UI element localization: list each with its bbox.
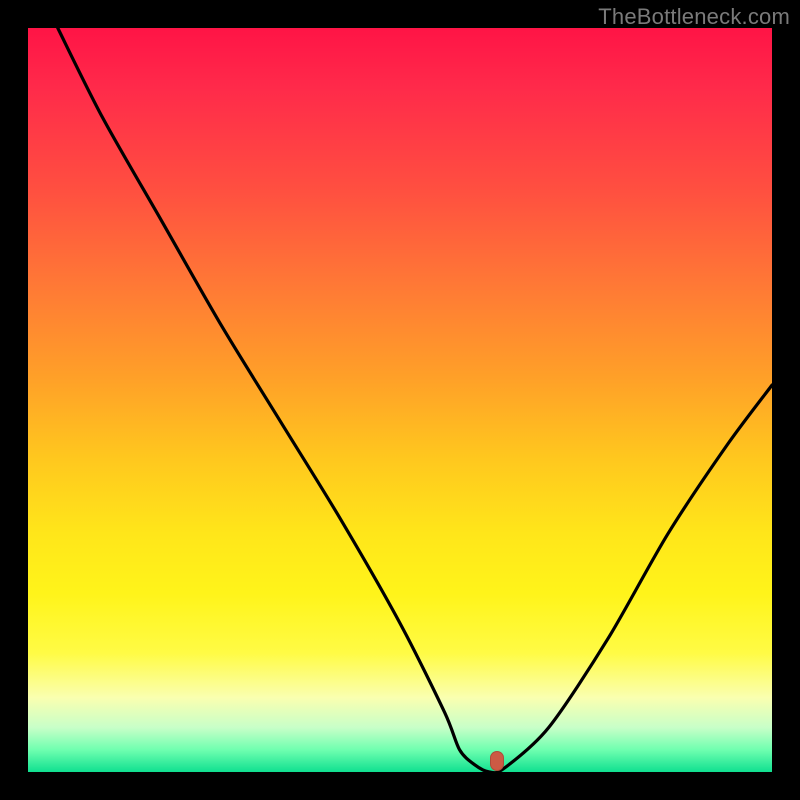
watermark-text: TheBottleneck.com — [598, 4, 790, 30]
gradient-plot-area — [28, 28, 772, 772]
bottleneck-curve — [28, 28, 772, 772]
minimum-marker-icon — [490, 751, 504, 771]
chart-frame: TheBottleneck.com — [0, 0, 800, 800]
